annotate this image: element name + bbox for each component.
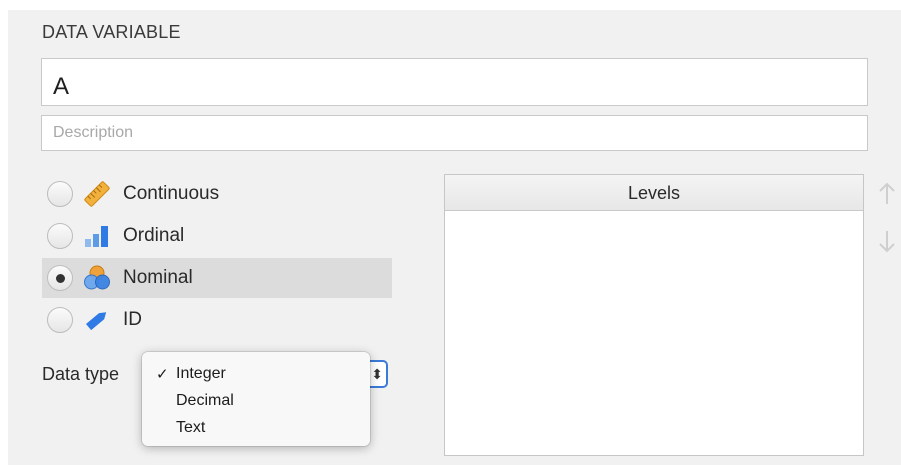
section-title: DATA VARIABLE: [42, 22, 181, 42]
variable-name-input[interactable]: A: [41, 58, 868, 106]
move-level-up-icon[interactable]: [876, 181, 898, 207]
ordinal-label: Ordinal: [123, 225, 185, 246]
data-type-select[interactable]: ⬍: [370, 360, 388, 388]
ruler-icon: [84, 181, 110, 207]
select-stepper-icon: ⬍: [371, 366, 383, 382]
data-type-option-text[interactable]: Text: [142, 417, 370, 441]
nominal-radio[interactable]: [47, 265, 73, 291]
measure-option-continuous[interactable]: Continuous: [42, 174, 392, 214]
option-label: Integer: [176, 365, 226, 382]
ordinal-radio[interactable]: [47, 223, 73, 249]
data-type-dropdown-menu: ✓ Integer Decimal Text: [142, 352, 370, 446]
continuous-label: Continuous: [123, 183, 220, 204]
radio-selected-dot: [55, 273, 65, 283]
continuous-radio[interactable]: [47, 181, 73, 207]
description-input[interactable]: Description: [41, 115, 868, 151]
tag-pencil-icon: [86, 312, 107, 331]
id-label: ID: [123, 309, 142, 330]
measure-option-ordinal[interactable]: Ordinal: [42, 216, 392, 256]
nominal-label: Nominal: [123, 267, 193, 288]
measure-option-id[interactable]: ID: [42, 300, 392, 340]
checkmark-icon: ✓: [156, 366, 169, 383]
id-radio[interactable]: [47, 307, 73, 333]
bar-chart-icon: [85, 226, 108, 247]
levels-list[interactable]: Levels: [444, 174, 864, 456]
option-label: Decimal: [176, 392, 234, 409]
data-type-option-integer[interactable]: ✓ Integer: [142, 363, 370, 387]
move-level-down-icon[interactable]: [876, 228, 898, 254]
option-label: Text: [176, 419, 206, 436]
levels-header: Levels: [445, 175, 863, 211]
data-type-label: Data type: [42, 364, 120, 384]
data-type-option-decimal[interactable]: Decimal: [142, 390, 370, 414]
venn-circles-icon: [84, 265, 110, 290]
measure-option-nominal[interactable]: Nominal: [42, 258, 392, 298]
